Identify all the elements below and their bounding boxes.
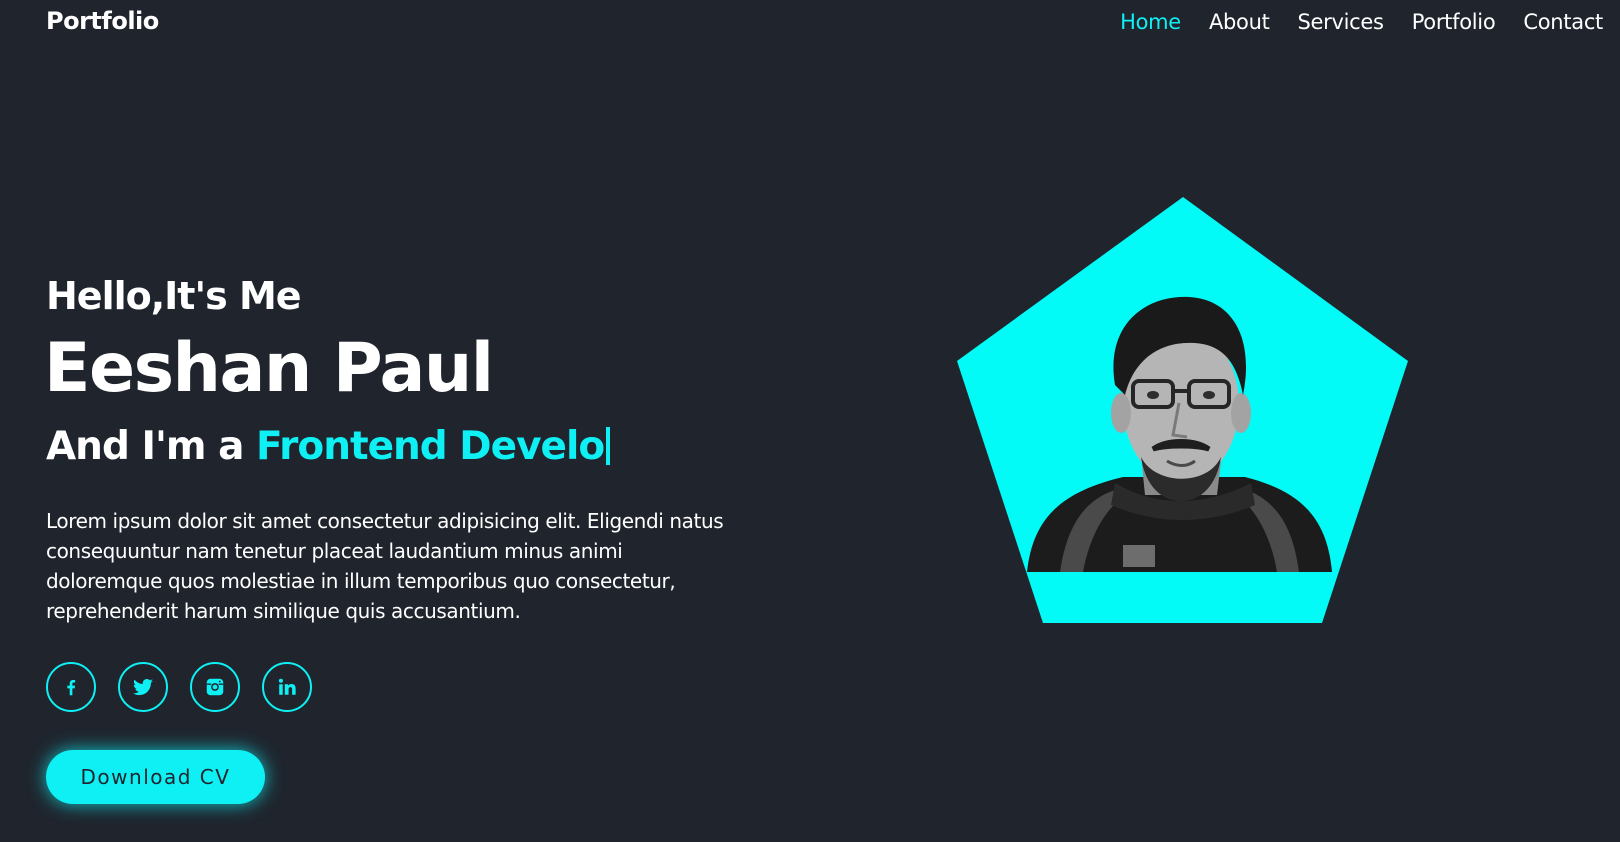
instagram-icon (206, 678, 224, 696)
instagram-link[interactable] (190, 662, 240, 712)
facebook-icon (67, 679, 76, 696)
page: Portfolio Home About Services Portfolio … (0, 0, 1620, 842)
main-nav: Home About Services Portfolio Contact (1092, 10, 1603, 34)
linkedin-link[interactable] (262, 662, 312, 712)
role-typed-text: Frontend Develo (256, 424, 605, 469)
download-cv-button[interactable]: Download CV (46, 750, 265, 804)
nav-link-services[interactable]: Services (1298, 10, 1384, 34)
hero-greeting: Hello,It's Me (46, 274, 302, 318)
twitter-link[interactable] (118, 662, 168, 712)
nav-link-portfolio[interactable]: Portfolio (1412, 10, 1496, 34)
hero-role: And I'm a Frontend Develo (46, 424, 611, 469)
hero-description: Lorem ipsum dolor sit amet consectetur a… (46, 509, 724, 623)
linkedin-icon (278, 678, 296, 695)
facebook-link[interactable] (46, 662, 96, 712)
profile-image (957, 197, 1408, 623)
nav-link-contact[interactable]: Contact (1523, 10, 1603, 34)
role-prefix: And I'm a (46, 424, 257, 469)
nav-link-home[interactable]: Home (1120, 10, 1181, 34)
twitter-icon (132, 679, 153, 696)
typing-cursor (606, 427, 611, 465)
hero-name: Eeshan Paul (44, 329, 494, 408)
social-links (46, 662, 312, 712)
nav-link-about[interactable]: About (1209, 10, 1270, 34)
header: Portfolio Home About Services Portfolio … (0, 0, 1620, 50)
logo-link[interactable]: Portfolio (46, 7, 159, 35)
